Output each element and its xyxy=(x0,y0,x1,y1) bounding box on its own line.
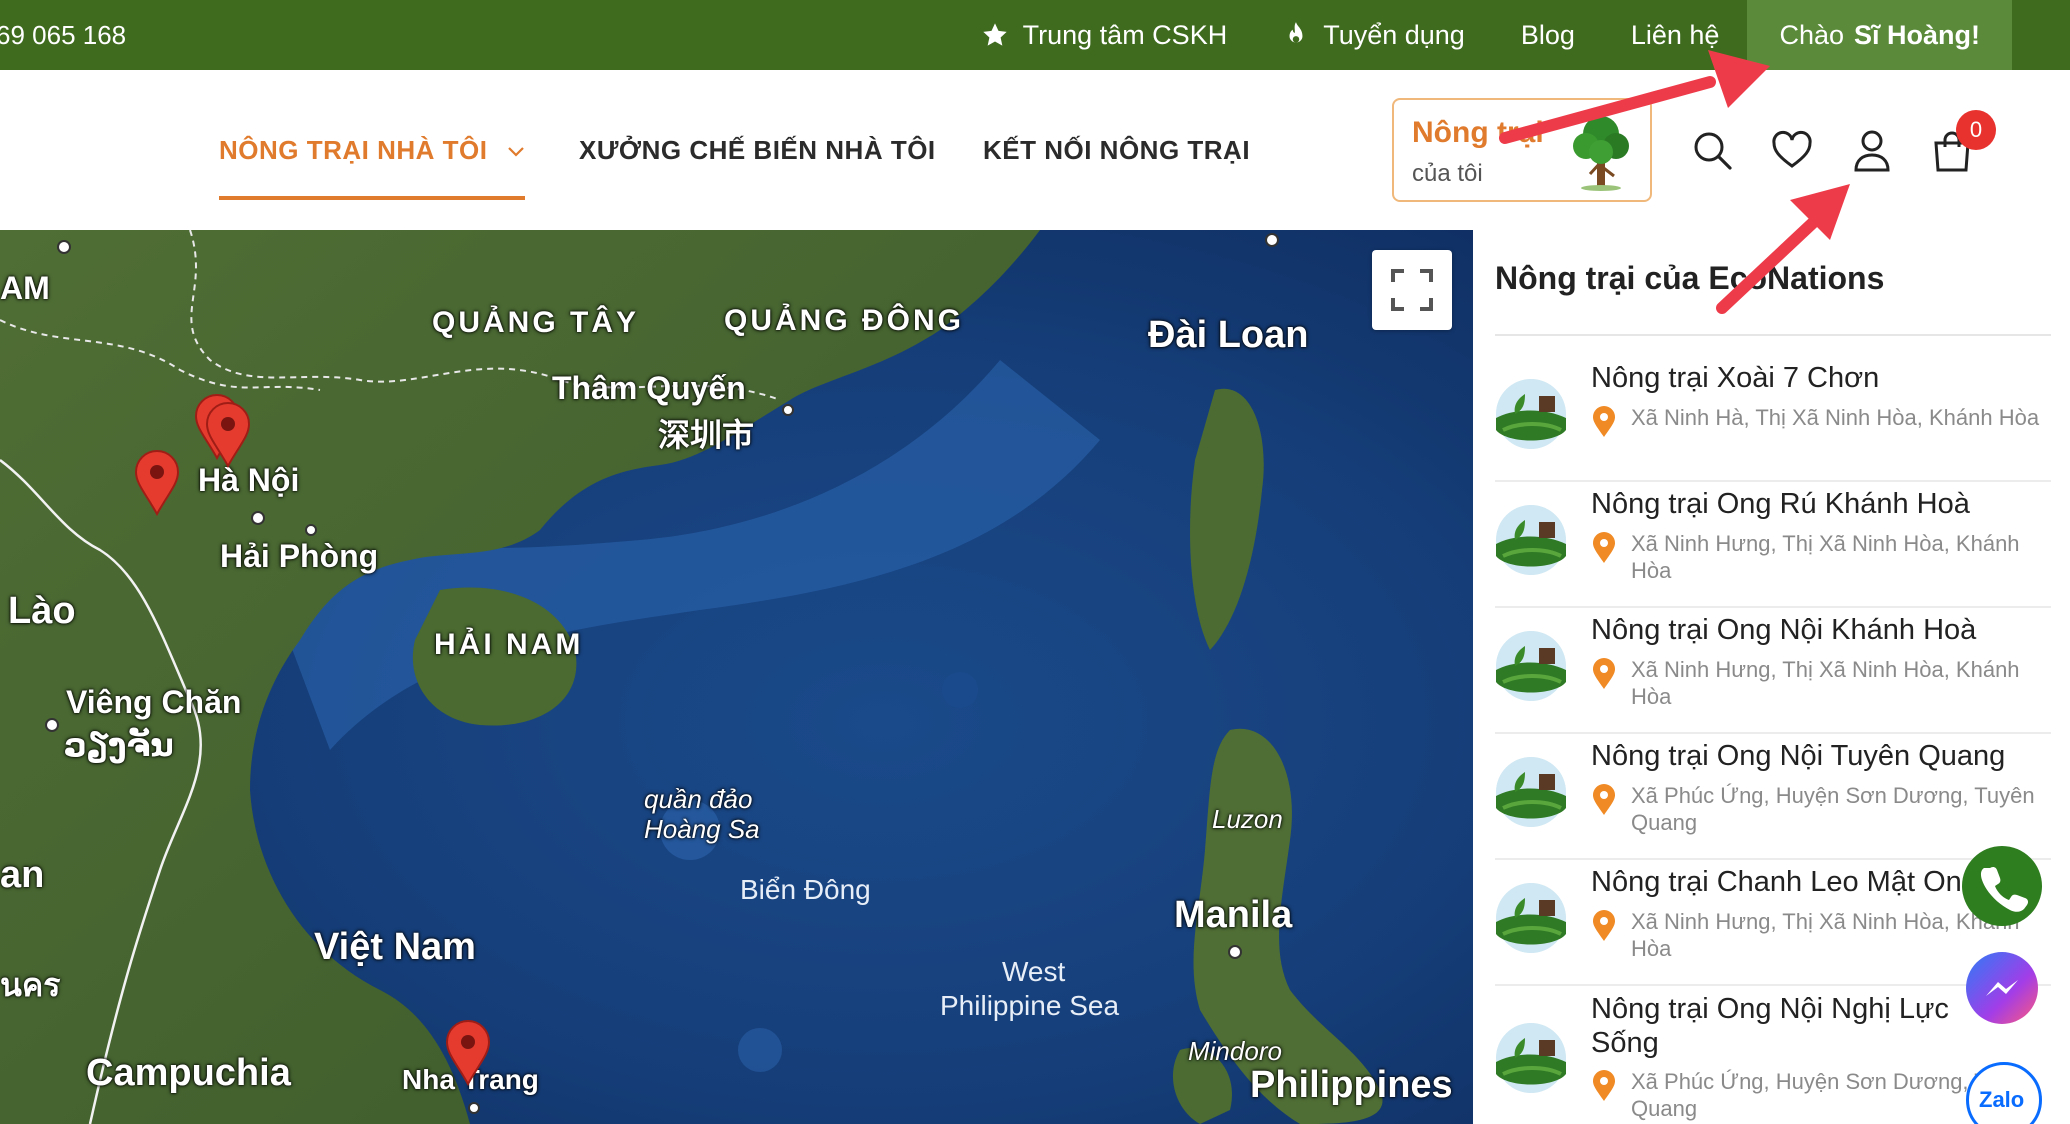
top-links: Trung tâm CSKH Tuyển dụng Blog Liên hệ C… xyxy=(953,0,2070,70)
call-button[interactable] xyxy=(1962,846,2042,926)
panel-title: Nông trại của EcoNations xyxy=(1495,260,1885,296)
map-label: ວຽງຈັນ xyxy=(64,727,174,763)
map-label: Thâm Quyến xyxy=(552,370,746,406)
nav-item-my-workshop[interactable]: XƯỞNG CHẾ BIẾN NHÀ TÔI xyxy=(579,70,936,230)
map-view[interactable]: QUẢNG TÂY QUẢNG ĐÔNG Đài Loan Thâm Quyến… xyxy=(0,230,1473,1124)
map-label: AM xyxy=(0,270,50,306)
farm-list-item[interactable]: Nông trại Ong Rú Khánh Hoà Xã Ninh Hưng,… xyxy=(1495,482,2051,608)
nav-item-label: KẾT NỐI NÔNG TRẠI xyxy=(983,135,1251,165)
farm-list-item[interactable]: Nông trại Ong Nội Khánh Hoà Xã Ninh Hưng… xyxy=(1495,608,2051,734)
farm-avatar-icon xyxy=(1496,505,1566,575)
search-icon[interactable] xyxy=(1690,128,1734,172)
active-underline xyxy=(219,196,526,200)
nav-item-label: NÔNG TRẠI NHÀ TÔI xyxy=(219,135,488,165)
tree-icon xyxy=(1573,116,1629,191)
location-pin-icon xyxy=(1593,406,1615,437)
farm-address: Xã Ninh Hưng, Thị Xã Ninh Hòa, Khánh Hòa xyxy=(1631,657,2020,709)
nav-item-my-farm[interactable]: NÔNG TRẠI NHÀ TÔI xyxy=(219,70,526,230)
divider xyxy=(1495,334,2051,336)
farm-avatar-icon xyxy=(1496,883,1566,953)
map-label: Mindoro xyxy=(1188,1036,1282,1066)
map-label: Philippine Sea xyxy=(940,990,1120,1021)
map-label: West xyxy=(1002,956,1066,987)
my-farm-line2: của tôi xyxy=(1412,160,1483,187)
map-label: Lào xyxy=(8,590,76,632)
map-label: Campuchia xyxy=(86,1052,291,1094)
farm-name[interactable]: Nông trại Ong Nội Nghị Lực Sống xyxy=(1591,992,1991,1060)
star-icon xyxy=(982,23,1007,46)
my-farm-button[interactable]: Nông trại của tôi xyxy=(1392,98,1652,202)
jobs-label: Tuyển dụng xyxy=(1323,19,1465,50)
flame-icon xyxy=(1289,22,1303,43)
map-pin[interactable] xyxy=(134,450,180,516)
contact-label: Liên hệ xyxy=(1630,19,1720,50)
farm-name[interactable]: Nông trại Ong Nội Tuyên Quang xyxy=(1591,740,2031,773)
map-label: นคร xyxy=(0,967,61,1003)
phone-icon xyxy=(1980,866,2029,912)
map-label: Việt Nam xyxy=(314,926,476,968)
support-center-link[interactable]: Trung tâm CSKH xyxy=(953,0,1256,70)
farm-address: Xã Phúc Ứng, Huyện Sơn Dương, Tuyên Quan… xyxy=(1631,783,2035,835)
map-label: Hải Phòng xyxy=(220,538,379,574)
user-icon[interactable] xyxy=(1850,128,1894,172)
map-label: Philippines xyxy=(1250,1064,1453,1106)
map-label: quần đảo xyxy=(644,784,753,814)
location-pin-icon xyxy=(1593,910,1615,941)
farm-avatar-icon xyxy=(1496,757,1566,827)
farm-avatar-icon xyxy=(1496,379,1566,449)
farm-list-item[interactable]: Nông trại Xoài 7 Chơn Xã Ninh Hà, Thị Xã… xyxy=(1495,356,2051,482)
farm-avatar-icon xyxy=(1496,1023,1566,1093)
blog-label: Blog xyxy=(1520,19,1575,50)
map-label: an xyxy=(0,854,45,896)
farm-avatar-icon xyxy=(1496,631,1566,701)
support-center-label: Trung tâm CSKH xyxy=(1022,19,1228,50)
location-pin-icon xyxy=(1593,658,1615,689)
contact-link[interactable]: Liên hệ xyxy=(1603,0,1748,70)
map-label: Biển Đông xyxy=(740,874,871,905)
greeting-prefix: Chào xyxy=(1779,19,1844,50)
map-label: Viêng Chăn xyxy=(66,684,242,720)
map-label: QUẢNG TÂY xyxy=(432,306,639,339)
map-label: Manila xyxy=(1174,894,1293,936)
satellite-map-background xyxy=(0,230,1473,1124)
map-label: Luzon xyxy=(1212,804,1283,834)
farm-name[interactable]: Nông trại Ong Nội Khánh Hoà xyxy=(1591,614,2031,647)
location-pin-icon xyxy=(1593,784,1615,815)
messenger-icon xyxy=(1986,980,2018,996)
nav-item-connect-farm[interactable]: KẾT NỐI NÔNG TRẠI xyxy=(983,70,1250,230)
blog-link[interactable]: Blog xyxy=(1493,0,1603,70)
map-label: QUẢNG ĐÔNG xyxy=(724,304,964,337)
top-bar: 69 065 168 Trung tâm CSKH Tuyển dụng Blo… xyxy=(0,0,2070,70)
farm-address: Xã Ninh Hà, Thị Xã Ninh Hòa, Khánh Hòa xyxy=(1631,405,2040,430)
map-pin[interactable] xyxy=(205,402,251,468)
hotline-number[interactable]: 69 065 168 xyxy=(0,0,126,70)
jobs-link[interactable]: Tuyển dụng xyxy=(1255,0,1493,70)
farm-name[interactable]: Nông trại Ong Rú Khánh Hoà xyxy=(1591,488,2031,521)
main-nav: NÔNG TRẠI NHÀ TÔI XƯỞNG CHẾ BIẾN NHÀ TÔI… xyxy=(0,70,2070,230)
nav-item-label: XƯỞNG CHẾ BIẾN NHÀ TÔI xyxy=(579,135,936,165)
location-pin-icon xyxy=(1593,1070,1615,1101)
my-farm-line1: Nông trại xyxy=(1412,116,1544,149)
farm-list-item[interactable]: Nông trại Ong Nội Tuyên Quang Xã Phúc Ứn… xyxy=(1495,734,2051,860)
farm-name[interactable]: Nông trại Xoài 7 Chơn xyxy=(1591,362,2031,395)
map-label: HẢI NAM xyxy=(434,628,584,661)
map-label: Hoàng Sa xyxy=(644,814,760,844)
user-greeting[interactable]: Chào Sĩ Hoàng! xyxy=(1747,0,2012,70)
user-name: Sĩ Hoàng! xyxy=(1854,19,1980,50)
farm-address: Xã Ninh Hưng, Thị Xã Ninh Hòa, Khánh Hòa xyxy=(1631,531,2020,583)
fullscreen-button[interactable] xyxy=(1372,250,1452,330)
map-pin[interactable] xyxy=(445,1020,491,1086)
heart-icon[interactable] xyxy=(1770,128,1814,172)
fullscreen-icon xyxy=(1391,269,1433,311)
map-label: Đài Loan xyxy=(1148,314,1309,356)
messenger-button[interactable] xyxy=(1966,952,2038,1024)
location-pin-icon xyxy=(1593,532,1615,563)
map-label: 深圳市 xyxy=(658,417,755,453)
cart-count-badge: 0 xyxy=(1956,110,1996,150)
zalo-label: Zalo xyxy=(1979,1087,2025,1112)
chevron-down-icon xyxy=(508,147,525,157)
